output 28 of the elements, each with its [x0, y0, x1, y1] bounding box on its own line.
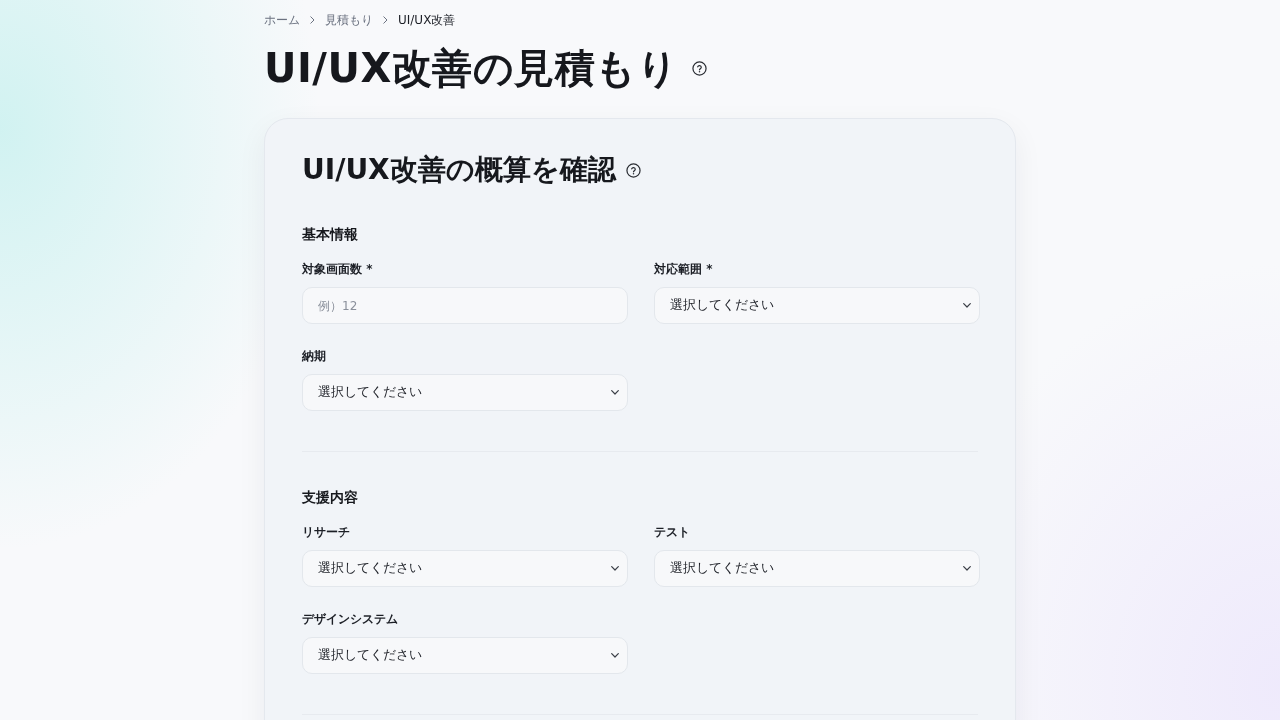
input-field[interactable]: 例）12 — [302, 287, 628, 324]
chevron-right-icon — [310, 16, 315, 24]
help-icon[interactable] — [692, 60, 708, 76]
breadcrumb-link[interactable]: ホーム — [264, 12, 300, 28]
chevron-right-icon — [383, 16, 388, 24]
field-label: 対応範囲 * — [654, 261, 713, 278]
select-field[interactable]: 選択してください — [302, 637, 628, 674]
help-icon[interactable] — [625, 162, 641, 178]
breadcrumb-current: UI/UX改善 — [398, 12, 456, 28]
chevron-down-icon — [963, 303, 971, 308]
field-label: リサーチ — [302, 524, 350, 541]
select-field[interactable]: 選択してください — [302, 374, 628, 411]
chevron-down-icon — [611, 653, 619, 658]
field-label: 対象画面数 * — [302, 261, 373, 278]
select-field[interactable]: 選択してください — [654, 287, 980, 324]
chevron-down-icon — [963, 566, 971, 571]
select-field[interactable]: 選択してください — [302, 550, 628, 587]
section-heading: 基本情報 — [302, 225, 358, 244]
chevron-down-icon — [611, 566, 619, 571]
card-title: UI/UX改善の概算を確認 — [302, 152, 616, 188]
field-label: 納期 — [302, 348, 326, 365]
page-title: UI/UX改善の見積もり — [264, 44, 679, 92]
field-label: デザインシステム — [302, 611, 398, 628]
chevron-down-icon — [611, 390, 619, 395]
select-field[interactable]: 選択してください — [654, 550, 980, 587]
field-label: テスト — [654, 524, 690, 541]
section-heading: 支援内容 — [302, 488, 358, 507]
breadcrumb-link[interactable]: 見積もり — [325, 12, 373, 28]
